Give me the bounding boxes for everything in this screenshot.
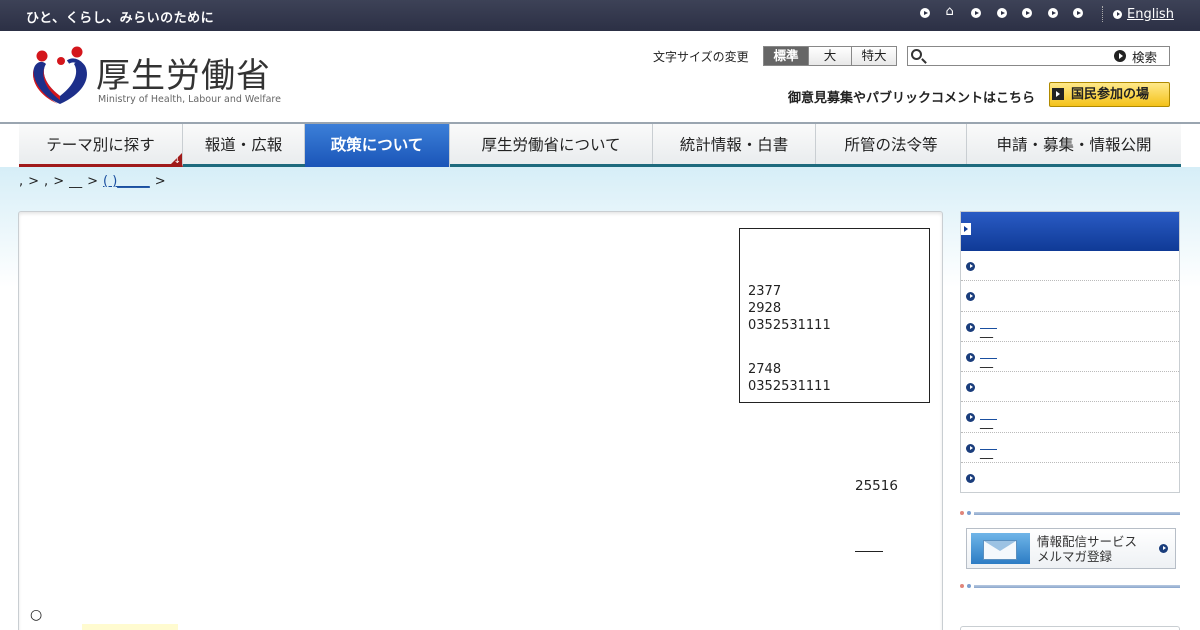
mail-banner-line2: メルマガ登録 [1037,549,1113,564]
breadcrumb: , > , > __ > ( )_____ > [19,174,166,189]
search-button[interactable]: 検索 [1112,47,1170,65]
font-size-label: 文字サイズの変更 [653,50,749,64]
sidebar-menu: __ __ __ __ [960,211,1180,493]
contact-info-box: 2377 2928 0352531111 2748 0352531111 [739,228,930,403]
sidebar-item-link[interactable]: __ [980,317,997,339]
nav-item-label: 報道・広報 [204,136,283,154]
logo-subtitle: Ministry of Health, Labour and Welfare [98,94,281,105]
utility-separator [1102,6,1103,22]
sidebar-item[interactable]: __ [961,433,1179,464]
search-button-label: 検索 [1132,49,1158,65]
sidebar-item-link[interactable]: __ [980,408,997,430]
site-search: 検索 [907,46,1170,66]
nav-item-about[interactable]: 厚生労働省について [450,124,653,164]
breadcrumb-separator: > [154,174,166,189]
contact-phone: 0352531111 [748,379,831,394]
sidebar-item-link[interactable]: __ [980,347,997,369]
nav-item-policy[interactable]: 政策について [305,124,450,167]
nav-item-label: 所管の法令等 [844,136,938,154]
sidebar-item[interactable] [961,372,1179,403]
breadcrumb-separator: > [28,174,40,189]
arrow-bullet-icon [1114,50,1126,62]
arrow-bullet-icon [966,292,975,302]
arrow-bullet-icon [1159,544,1168,553]
utility-link-icon[interactable] [996,8,1007,18]
font-size-switcher: 標準 大 特大 [763,46,897,66]
arrow-bullet-icon [966,322,975,332]
breadcrumb-item[interactable]: __ [69,174,82,189]
mail-magazine-banner[interactable]: 情報配信サービス メルマガ登録 [966,528,1176,569]
mhlw-logo-icon[interactable] [28,44,92,110]
utility-link-icon[interactable] [971,8,981,18]
signature-rule [855,551,883,552]
search-icon [911,49,922,60]
utility-link-icon[interactable] [1022,8,1032,18]
font-size-large-button[interactable]: 大 [808,46,852,66]
citizen-participation-label: 国民参加の場 [1071,87,1150,102]
search-input[interactable] [928,47,1108,65]
global-nav: テーマ別に探す ↓ 報道・広報 政策について 厚生労働省について 統計情報・白書… [19,124,1181,167]
arrow-bullet-icon [1113,10,1122,19]
sidebar-divider [960,584,1180,588]
sidebar-divider [960,511,1180,515]
sidebar-item-link[interactable]: __ [980,438,997,460]
nav-item-label: 統計情報・白書 [679,136,789,154]
public-comment-text: 御意見募集やパブリックコメントはこちら [788,91,1036,106]
arrow-square-icon [1052,88,1064,100]
breadcrumb-item[interactable]: ( )_____ [103,174,150,189]
arrow-tab-icon [961,223,971,235]
sidebar-item[interactable]: __ [961,312,1179,342]
arrow-bullet-icon [966,443,975,453]
contact-line: 2748 [748,362,782,377]
envelope-icon [971,533,1030,564]
english-link-label: English [1127,7,1174,22]
utility-link-icon[interactable] [920,8,930,18]
font-size-standard-button[interactable]: 標準 [763,46,809,66]
nav-item-press[interactable]: 報道・広報 [183,124,305,164]
document-number: 25516 [855,478,898,494]
circle-bullet: ○ [30,607,43,623]
contact-phone: 0352531111 [748,318,831,333]
nav-item-statistics[interactable]: 統計情報・白書 [653,124,816,164]
font-size-xlarge-button[interactable]: 特大 [851,46,897,66]
sidebar-item[interactable] [961,463,1179,493]
arrow-bullet-icon [966,474,975,484]
down-arrow-icon: ↓ [173,156,181,166]
breadcrumb-item[interactable]: , [19,174,23,189]
logo-title[interactable]: 厚生労働省 [96,48,271,97]
nav-item-themes[interactable]: テーマ別に探す ↓ [19,124,183,167]
breadcrumb-separator: > [53,174,65,189]
home-icon[interactable] [946,4,956,19]
nav-item-laws[interactable]: 所管の法令等 [816,124,967,164]
arrow-bullet-icon [966,352,975,362]
nav-item-label: 厚生労働省について [481,136,621,154]
utility-link-icon[interactable] [1073,8,1083,18]
contact-line: 2928 [748,301,782,316]
nav-item-label: 政策について [330,136,424,154]
breadcrumb-item[interactable]: , [44,174,48,189]
english-link[interactable]: English [1113,7,1174,22]
mail-magazine-text: 情報配信サービス メルマガ登録 [1037,534,1137,564]
sidebar-item[interactable] [961,281,1179,312]
utility-link-icon[interactable] [1047,8,1058,18]
sidebar-item[interactable]: __ [961,402,1179,433]
citizen-participation-button[interactable]: 国民参加の場 [1049,82,1170,107]
sidebar-next-box [960,626,1180,630]
nav-item-label: 申請・募集・情報公開 [996,136,1152,154]
arrow-bullet-icon [966,383,975,393]
highlight-strip [82,624,178,630]
sidebar-header[interactable] [961,212,1179,251]
mail-banner-line1: 情報配信サービス [1037,534,1138,549]
arrow-bullet-icon [966,413,975,423]
nav-item-label: テーマ別に探す [46,136,155,154]
nav-item-applications[interactable]: 申請・募集・情報公開 [967,124,1181,164]
breadcrumb-separator: > [87,174,98,189]
arrow-bullet-icon [966,262,975,271]
site-tagline: ひと、くらし、みらいのために [26,11,215,26]
top-utility-links [920,4,1099,19]
top-utility-bar: ひと、くらし、みらいのために English [0,0,1200,31]
sidebar-item[interactable]: __ [961,342,1179,373]
contact-line: 2377 [748,284,782,299]
sidebar-item[interactable] [961,251,1179,282]
